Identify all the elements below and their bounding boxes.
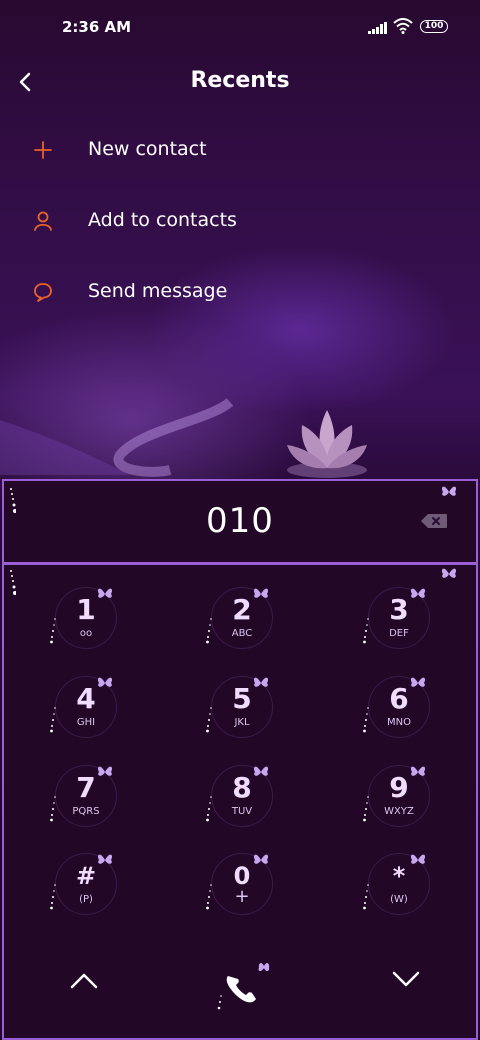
key-letters: DEF bbox=[389, 628, 409, 639]
lotus-decoration bbox=[287, 410, 367, 478]
number-display: 010 bbox=[2, 479, 478, 564]
purple-swirl-decoration bbox=[0, 398, 234, 477]
add-to-contacts-label: Add to contacts bbox=[88, 209, 237, 231]
sparkle-dots-decoration bbox=[206, 618, 212, 644]
sparkle-dots-decoration bbox=[50, 796, 56, 822]
butterfly-icon bbox=[253, 766, 269, 776]
backspace-button[interactable] bbox=[420, 513, 448, 529]
header: Recents bbox=[0, 56, 480, 112]
new-contact-item[interactable]: New contact bbox=[0, 123, 480, 183]
key-letters: oo bbox=[79, 628, 93, 639]
status-time: 2:36 AM bbox=[62, 18, 132, 36]
sparkle-dots-decoration bbox=[206, 884, 212, 910]
page-title: Recents bbox=[190, 68, 290, 93]
butterfly-icon bbox=[97, 854, 113, 864]
add-to-contacts-item[interactable]: Add to contacts bbox=[0, 194, 480, 254]
sparkle-dots-decoration bbox=[10, 570, 16, 595]
phone-call-icon bbox=[226, 976, 256, 1003]
send-message-label: Send message bbox=[88, 280, 228, 302]
sparkle-dots-decoration bbox=[363, 618, 369, 644]
sparkle-dots-decoration bbox=[50, 618, 56, 644]
wifi-icon bbox=[393, 18, 413, 34]
collapse-keypad-button[interactable] bbox=[62, 960, 106, 1000]
sparkle-dots-decoration bbox=[363, 707, 369, 733]
key-letters: MNO bbox=[387, 717, 411, 728]
key-letters: JKL bbox=[234, 717, 250, 728]
butterfly-icon bbox=[441, 568, 457, 578]
call-button[interactable] bbox=[216, 962, 276, 1010]
key-letters: + bbox=[234, 886, 250, 907]
butterfly-icon bbox=[253, 677, 269, 687]
butterfly-icon bbox=[410, 766, 426, 776]
chevron-down-icon bbox=[392, 971, 420, 987]
sparkle-dots-decoration bbox=[363, 796, 369, 822]
battery-icon: 100 bbox=[420, 20, 448, 33]
status-bar: 2:36 AM 100 bbox=[0, 0, 480, 56]
butterfly-icon bbox=[410, 588, 426, 598]
butterfly-icon bbox=[97, 677, 113, 687]
sparkle-dots-decoration bbox=[206, 796, 212, 822]
person-icon bbox=[34, 211, 52, 231]
plus-icon bbox=[34, 141, 52, 159]
key-letters: ABC bbox=[231, 628, 253, 639]
sparkle-dots-decoration bbox=[363, 884, 369, 910]
butterfly-icon bbox=[410, 677, 426, 687]
sparkle-dots-decoration bbox=[50, 884, 56, 910]
signal-icon bbox=[368, 22, 387, 34]
butterfly-icon bbox=[410, 854, 426, 864]
key-letters: (P) bbox=[79, 894, 93, 905]
key-letters: WXYZ bbox=[384, 806, 414, 817]
key-letters: PQRS bbox=[72, 806, 100, 817]
expand-keypad-button[interactable] bbox=[384, 960, 428, 1000]
dialed-number: 010 bbox=[206, 501, 274, 541]
key-letters: (W) bbox=[390, 894, 408, 905]
butterfly-icon bbox=[97, 766, 113, 776]
message-bubble-icon bbox=[34, 283, 52, 302]
butterfly-icon bbox=[253, 854, 269, 864]
chevron-up-icon bbox=[70, 973, 98, 989]
send-message-item[interactable]: Send message bbox=[0, 265, 480, 325]
sparkle-dots-decoration bbox=[50, 707, 56, 733]
backspace-icon bbox=[421, 514, 447, 528]
butterfly-icon bbox=[441, 486, 457, 496]
new-contact-label: New contact bbox=[88, 138, 207, 160]
butterfly-icon bbox=[253, 588, 269, 598]
sparkle-dots-decoration bbox=[206, 707, 212, 733]
butterfly-icon bbox=[97, 588, 113, 598]
key-letters: GHI bbox=[76, 717, 96, 728]
key-letters: TUV bbox=[231, 806, 253, 817]
